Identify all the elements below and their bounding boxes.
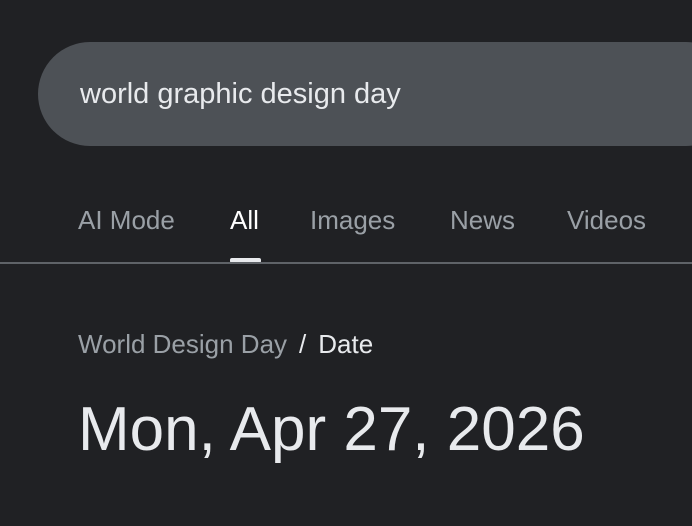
breadcrumb-separator: /	[299, 329, 307, 359]
search-tabs: AI Mode All Images News Videos	[0, 186, 692, 264]
tab-images[interactable]: Images	[310, 186, 395, 264]
tab-news[interactable]: News	[450, 186, 515, 264]
breadcrumb-current: Date	[318, 329, 374, 359]
search-results-page: AI Mode All Images News Videos World Des…	[0, 0, 692, 526]
tab-videos[interactable]: Videos	[567, 186, 646, 264]
breadcrumb: World Design Day / Date	[78, 325, 373, 363]
tabs-divider	[0, 262, 692, 264]
answer-date: Mon, Apr 27, 2026	[78, 395, 585, 464]
tab-ai-mode[interactable]: AI Mode	[78, 186, 175, 264]
search-box[interactable]	[38, 42, 692, 146]
search-input[interactable]	[80, 42, 640, 146]
breadcrumb-parent[interactable]: World Design Day	[78, 329, 287, 359]
tab-all[interactable]: All	[230, 186, 259, 264]
